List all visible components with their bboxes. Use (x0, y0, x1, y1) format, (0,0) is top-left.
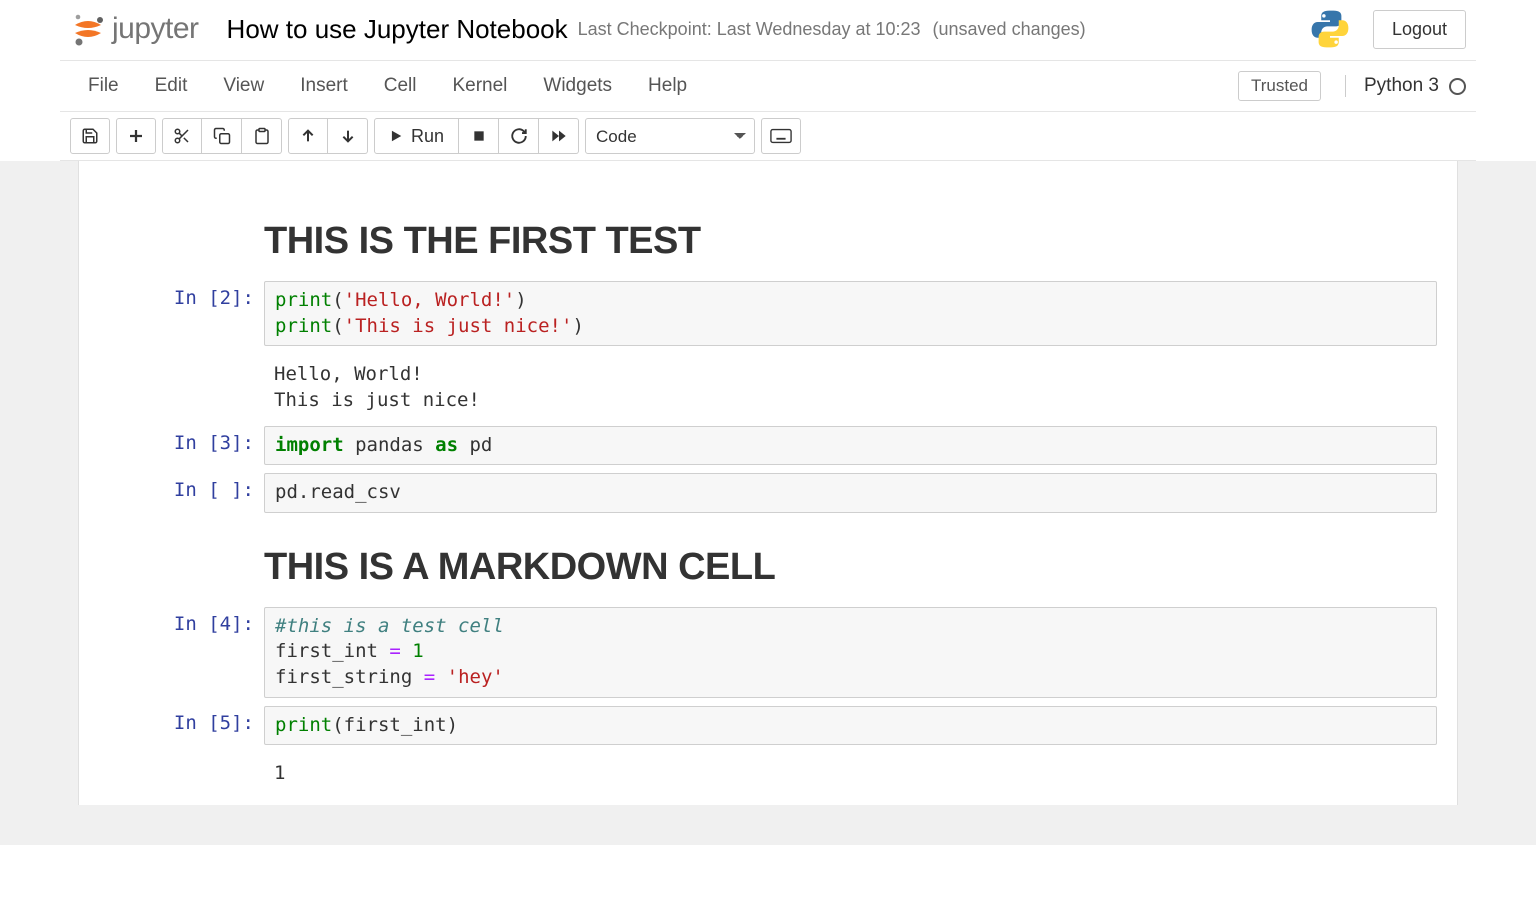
celltype-select[interactable]: Code (585, 118, 755, 154)
copy-button[interactable] (202, 118, 242, 154)
menu-edit[interactable]: Edit (137, 69, 206, 103)
cell-prompt: In [2]: (89, 281, 264, 346)
notebook-cell[interactable]: In [4]:#this is a test cell first_int = … (89, 603, 1447, 702)
notebook-background: THIS IS THE FIRST TESTIn [2]:print('Hell… (0, 161, 1536, 845)
restart-icon (510, 127, 528, 145)
stop-icon (472, 129, 486, 143)
restart-run-all-button[interactable] (539, 118, 579, 154)
fast-forward-icon (550, 128, 568, 144)
cell-body: print('Hello, World!') print('This is ju… (264, 281, 1447, 346)
jupyter-logo-text: jupyter (112, 12, 199, 46)
run-label: Run (411, 126, 444, 147)
cell-body: THIS IS A MARKDOWN CELL (264, 521, 1447, 599)
cell-prompt: In [5]: (89, 706, 264, 746)
kernel-indicator[interactable]: Python 3 (1345, 75, 1466, 97)
cell-output: Hello, World! This is just nice! (264, 354, 1437, 417)
kernel-status-icon (1449, 78, 1466, 95)
notebook-cell[interactable]: In [5]:print(first_int) (89, 702, 1447, 750)
python-logo-icon (1309, 8, 1351, 50)
copy-icon (213, 127, 231, 145)
jupyter-logo[interactable]: jupyter (70, 11, 199, 47)
menu-kernel[interactable]: Kernel (434, 69, 525, 103)
markdown-heading: THIS IS THE FIRST TEST (264, 195, 1437, 273)
code-input[interactable]: print(first_int) (264, 706, 1437, 746)
save-button[interactable] (70, 118, 110, 154)
add-cell-button[interactable] (116, 118, 156, 154)
menu-help[interactable]: Help (630, 69, 705, 103)
cell-prompt (89, 195, 264, 273)
code-input[interactable]: print('Hello, World!') print('This is ju… (264, 281, 1437, 346)
trusted-indicator[interactable]: Trusted (1238, 71, 1321, 101)
menu-widgets[interactable]: Widgets (525, 69, 630, 103)
cell-body: pd.read_csv (264, 473, 1447, 513)
output-row: Hello, World! This is just nice! (89, 350, 1447, 421)
markdown-rendered[interactable]: THIS IS A MARKDOWN CELL (264, 521, 1437, 599)
keyboard-icon (770, 128, 792, 144)
logout-button[interactable]: Logout (1373, 10, 1466, 49)
output-prompt (89, 354, 264, 417)
notebook-cell[interactable]: In [3]:import pandas as pd (89, 422, 1447, 470)
cut-button[interactable] (162, 118, 202, 154)
toolbar: Run Code (60, 112, 1476, 161)
markdown-rendered[interactable]: THIS IS THE FIRST TEST (264, 195, 1437, 273)
menu-insert[interactable]: Insert (282, 69, 366, 103)
output-row: 1 (89, 749, 1447, 795)
notebook-container: THIS IS THE FIRST TESTIn [2]:print('Hell… (78, 161, 1458, 805)
menu-view[interactable]: View (205, 69, 282, 103)
menu-cell[interactable]: Cell (366, 69, 435, 103)
unsaved-indicator: (unsaved changes) (933, 19, 1086, 40)
menubar: File Edit View Insert Cell Kernel Widget… (60, 61, 1476, 112)
cell-body: print(first_int) (264, 706, 1447, 746)
notebook-cell[interactable]: THIS IS A MARKDOWN CELL (89, 517, 1447, 603)
cell-body: import pandas as pd (264, 426, 1447, 466)
cell-output: 1 (264, 753, 1437, 791)
plus-icon (127, 127, 145, 145)
code-input[interactable]: import pandas as pd (264, 426, 1437, 466)
kernel-name: Python 3 (1364, 75, 1439, 97)
notebook-cell[interactable]: THIS IS THE FIRST TEST (89, 191, 1447, 277)
run-button[interactable]: Run (374, 118, 459, 154)
arrow-down-icon (340, 128, 356, 144)
notebook-title[interactable]: How to use Jupyter Notebook (227, 14, 568, 45)
paste-button[interactable] (242, 118, 282, 154)
code-input[interactable]: #this is a test cell first_int = 1 first… (264, 607, 1437, 698)
cell-prompt: In [4]: (89, 607, 264, 698)
cell-prompt: In [3]: (89, 426, 264, 466)
move-up-button[interactable] (288, 118, 328, 154)
arrow-up-icon (300, 128, 316, 144)
markdown-heading: THIS IS A MARKDOWN CELL (264, 521, 1437, 599)
cell-prompt: In [ ]: (89, 473, 264, 513)
cut-icon (173, 127, 191, 145)
restart-button[interactable] (499, 118, 539, 154)
move-down-button[interactable] (328, 118, 368, 154)
save-icon (81, 127, 99, 145)
notebook-cell[interactable]: In [2]:print('Hello, World!') print('Thi… (89, 277, 1447, 350)
cell-prompt (89, 521, 264, 599)
jupyter-logo-icon (70, 11, 106, 47)
header: jupyter How to use Jupyter Notebook Last… (60, 0, 1476, 61)
play-icon (389, 129, 403, 143)
interrupt-button[interactable] (459, 118, 499, 154)
cell-body: #this is a test cell first_int = 1 first… (264, 607, 1447, 698)
checkpoint-text: Last Checkpoint: Last Wednesday at 10:23 (578, 19, 921, 40)
notebook-cell[interactable]: In [ ]:pd.read_csv (89, 469, 1447, 517)
code-input[interactable]: pd.read_csv (264, 473, 1437, 513)
paste-icon (253, 127, 271, 145)
menu-file[interactable]: File (70, 69, 137, 103)
command-palette-button[interactable] (761, 118, 801, 154)
cell-body: THIS IS THE FIRST TEST (264, 195, 1447, 273)
output-prompt (89, 753, 264, 791)
